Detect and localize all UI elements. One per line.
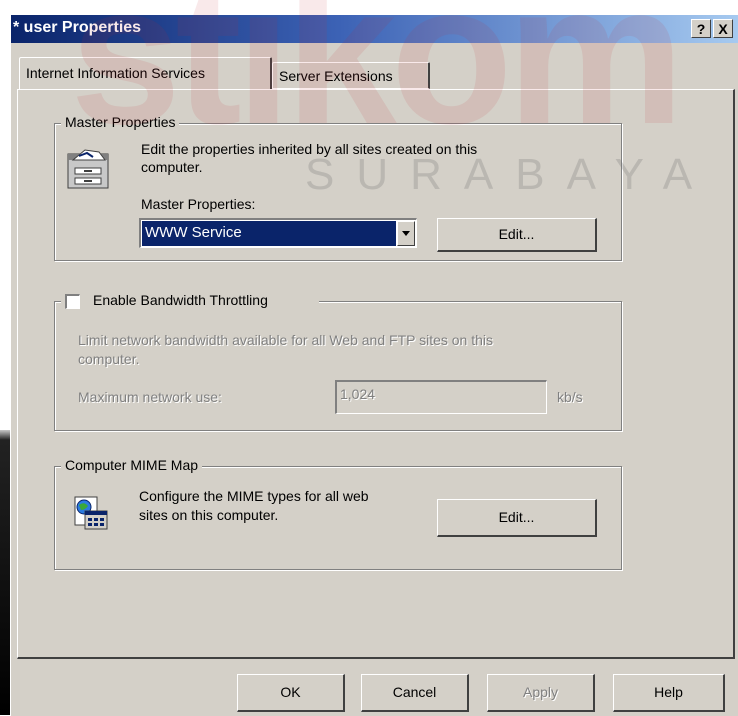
master-properties-group: Master Properties Edit the properties in… — [54, 114, 622, 261]
bandwidth-legend: Enable Bandwidth Throttling — [61, 292, 319, 312]
tab-panel: Master Properties Edit the properties in… — [17, 89, 735, 659]
bandwidth-description-line2: computer. — [78, 351, 140, 367]
mime-description-line2: sites on this computer. — [139, 507, 279, 523]
master-edit-button[interactable]: Edit... — [437, 218, 597, 252]
select-value: WWW Service — [142, 221, 396, 246]
master-properties-select[interactable]: WWW Service — [139, 218, 417, 248]
tab-internet-information-services[interactable]: Internet Information Services — [19, 57, 272, 89]
window-title: * user Properties — [13, 19, 142, 36]
cancel-button[interactable]: Cancel — [361, 674, 469, 712]
tab-server-extensions[interactable]: Server Extensions — [272, 62, 430, 89]
master-properties-legend: Master Properties — [61, 114, 180, 130]
close-button[interactable]: X — [713, 19, 733, 38]
mime-edit-button[interactable]: Edit... — [437, 499, 597, 537]
bandwidth-description-line1: Limit network bandwidth available for al… — [78, 332, 494, 348]
title-bar[interactable]: * user Properties ? X — [11, 15, 738, 43]
help-button[interactable]: Help — [613, 674, 725, 712]
mime-description-line1: Configure the MIME types for all web — [139, 488, 369, 504]
bandwidth-checkbox[interactable] — [65, 294, 80, 309]
properties-dialog: * user Properties ? X Internet Informati… — [10, 14, 738, 716]
ok-button[interactable]: OK — [237, 674, 345, 712]
unit-label: kb/s — [557, 389, 583, 405]
max-network-input[interactable]: 1,024 — [335, 380, 547, 414]
bandwidth-checkbox-label[interactable]: Enable Bandwidth Throttling — [93, 292, 268, 308]
bandwidth-throttling-group: Enable Bandwidth Throttling Limit networ… — [54, 292, 622, 431]
mime-legend: Computer MIME Map — [61, 457, 203, 473]
master-select-label: Master Properties: — [141, 196, 256, 212]
help-title-button[interactable]: ? — [691, 19, 711, 38]
mime-map-group: Computer MIME Map Configure the MIME typ… — [54, 457, 622, 570]
chevron-down-icon[interactable] — [397, 221, 415, 246]
apply-button[interactable]: Apply — [487, 674, 595, 712]
max-network-label: Maximum network use: — [78, 389, 222, 405]
mime-types-icon — [74, 496, 108, 530]
properties-icon — [67, 149, 109, 189]
master-description-line1: Edit the properties inherited by all sit… — [141, 141, 478, 157]
background-strip — [0, 0, 10, 715]
master-description-line2: computer. — [141, 159, 203, 175]
